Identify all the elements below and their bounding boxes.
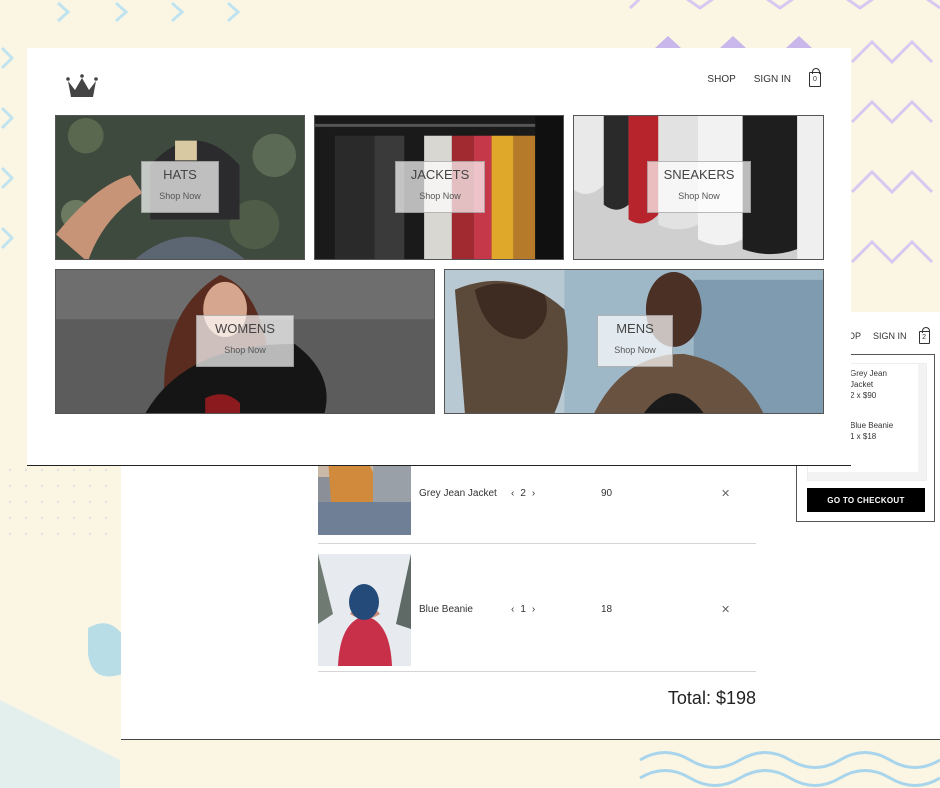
shop-now-link[interactable]: Shop Now [197,345,293,355]
remove-item-icon[interactable]: ✕ [721,487,730,500]
shop-now-link[interactable]: Shop Now [598,345,672,355]
dropdown-item: Blue Beanie 1 x $18 [850,421,894,441]
nav-sign-in-link[interactable]: SIGN IN [873,331,907,344]
homepage: SHOP SIGN IN 0 HATS Shop Now JACKETS Sho… [27,48,851,466]
category-title: WOMENS [215,321,275,336]
category-tile-sneakers[interactable]: SNEAKERS Shop Now [573,115,824,260]
increase-arrow-icon[interactable]: › [532,604,535,615]
remove-item-icon[interactable]: ✕ [721,603,730,616]
nav-shop-link[interactable]: SHOP [707,74,735,85]
category-label: MENS Shop Now [597,315,673,367]
decrease-arrow-icon[interactable]: ‹ [511,604,514,615]
quantity-stepper: ‹ 2 › [511,488,601,499]
quantity-value: 1 [520,604,526,615]
cart-item-name: Blue Beanie [419,604,473,615]
shop-now-link[interactable]: Shop Now [648,191,750,201]
category-title: SNEAKERS [663,167,735,182]
cart-total: Total: $198 [667,688,756,708]
nav-sign-in-link[interactable]: SIGN IN [754,74,791,85]
vertical-scrollbar[interactable] [918,364,926,474]
dropdown-header-nav: OP SIGN IN 2 [848,327,930,344]
cart-row: Blue Beanie ‹ 1 › 18 ✕ [318,548,756,672]
cart-item-price: 18 [601,604,613,615]
cart-item-price: 90 [601,488,613,499]
category-tile-jackets[interactable]: JACKETS Shop Now [314,115,564,260]
quantity-stepper: ‹ 1 › [511,604,601,615]
shop-now-link[interactable]: Shop Now [142,191,218,201]
crown-logo-icon[interactable] [66,73,98,99]
quantity-value: 2 [520,488,526,499]
dropdown-item: Grey Jean Jacket 2 x $90 [850,369,887,400]
cart-dropdown-view: OP SIGN IN 2 Grey Jean Jacket 2 x $90 Bl… [796,312,940,522]
shopping-bag-icon[interactable]: 0 [809,68,821,87]
shop-now-link[interactable]: Shop Now [396,191,484,201]
cart-item-name: Grey Jean Jacket [419,488,497,499]
category-tile-mens[interactable]: MENS Shop Now [444,269,824,414]
product-image [318,553,411,666]
go-to-checkout-button[interactable]: GO TO CHECKOUT [807,488,925,512]
increase-arrow-icon[interactable]: › [532,488,535,499]
category-label: SNEAKERS Shop Now [647,161,751,213]
bag-count: 0 [813,76,817,83]
horizontal-scrollbar[interactable] [808,472,926,480]
category-label: WOMENS Shop Now [196,315,294,367]
category-title: HATS [163,167,197,182]
category-tile-hats[interactable]: HATS Shop Now [55,115,305,260]
shopping-bag-icon[interactable]: 2 [918,327,930,344]
category-label: HATS Shop Now [141,161,219,213]
category-label: JACKETS Shop Now [395,161,485,213]
bag-count: 2 [922,334,926,341]
decrease-arrow-icon[interactable]: ‹ [511,488,514,499]
category-tile-womens[interactable]: WOMENS Shop Now [55,269,435,414]
category-title: JACKETS [410,167,470,182]
main-nav: SHOP SIGN IN 0 [707,68,821,87]
category-title: MENS [616,321,654,336]
